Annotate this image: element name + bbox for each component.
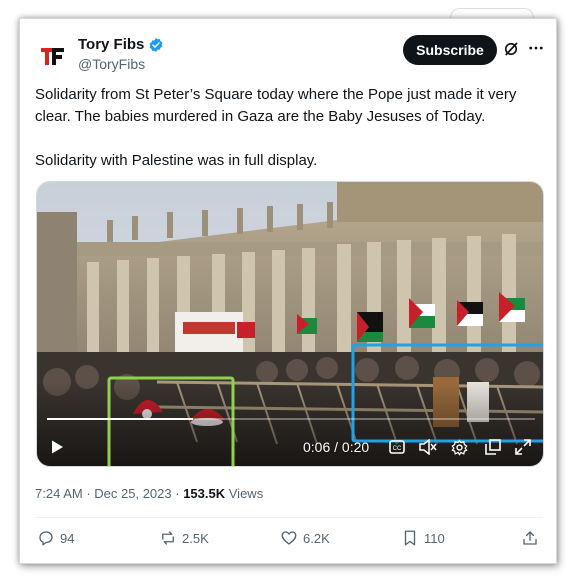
play-button[interactable] — [47, 437, 67, 457]
like-button[interactable]: 6.2K — [280, 529, 330, 547]
reply-count: 94 — [60, 530, 75, 546]
display-name[interactable]: Tory Fibs — [78, 36, 144, 53]
fullscreen-icon — [515, 439, 531, 455]
bookmark-icon — [404, 530, 416, 546]
time-readout: 0:06 / 0:20 — [303, 439, 370, 455]
popout-icon — [485, 439, 501, 455]
tweet-card: Tory Fibs @ToryFibs Subscribe Solidarity… — [19, 18, 557, 564]
share-button[interactable] — [521, 529, 539, 547]
fullscreen-button[interactable] — [513, 437, 533, 457]
reply-button[interactable]: 94 — [37, 529, 74, 547]
captions-button[interactable]: CC — [387, 437, 407, 457]
repost-button[interactable]: 2.5K — [159, 529, 209, 547]
like-count: 6.2K — [303, 530, 330, 546]
mute-icon — [419, 439, 437, 455]
tweet-line: clear. The babies murdered in Gaza are t… — [35, 108, 486, 125]
tf-logo-icon — [41, 48, 64, 65]
progress-fill — [47, 418, 194, 420]
repost-count: 2.5K — [182, 530, 209, 546]
share-icon — [523, 531, 537, 545]
progress-bar[interactable] — [47, 418, 535, 420]
avatar[interactable] — [36, 37, 74, 75]
views-count: 153.5K — [183, 486, 226, 501]
grok-icon[interactable] — [502, 40, 520, 58]
bookmark-count: 110 — [424, 530, 445, 546]
verified-badge-icon — [150, 37, 163, 52]
mute-button[interactable] — [417, 437, 439, 457]
svg-text:CC: CC — [393, 446, 402, 452]
settings-button[interactable] — [449, 437, 469, 457]
divider — [35, 517, 543, 518]
views-label: Views — [228, 486, 264, 501]
tweet-text: Solidarity from St Peter’s Square today … — [35, 84, 545, 172]
heart-icon — [281, 531, 297, 545]
reply-icon — [39, 531, 53, 546]
handle[interactable]: @ToryFibs — [78, 56, 164, 72]
captions-icon: CC — [389, 440, 405, 454]
bookmark-button[interactable]: 110 — [401, 529, 445, 547]
video-frame — [37, 182, 543, 466]
meta-separator: · — [175, 486, 184, 501]
tweet-line: Solidarity with Palestine was in full di… — [35, 152, 318, 169]
video-player[interactable]: 0:06 / 0:20 CC — [36, 181, 544, 467]
settings-icon — [450, 438, 468, 456]
tweet-line: Solidarity from St Peter’s Square today … — [35, 86, 517, 103]
tweet-time[interactable]: 7:24 AM — [35, 486, 83, 501]
tweet-meta: 7:24 AM · Dec 25, 2023 · 153.5K Views — [35, 486, 263, 501]
subscribe-button[interactable]: Subscribe — [403, 35, 497, 65]
repost-icon — [162, 531, 174, 545]
play-icon — [52, 440, 63, 454]
tweet-date[interactable]: Dec 25, 2023 — [94, 486, 171, 501]
popout-button[interactable] — [483, 437, 503, 457]
author-block: Tory Fibs @ToryFibs — [78, 36, 164, 72]
more-icon[interactable] — [527, 39, 545, 57]
